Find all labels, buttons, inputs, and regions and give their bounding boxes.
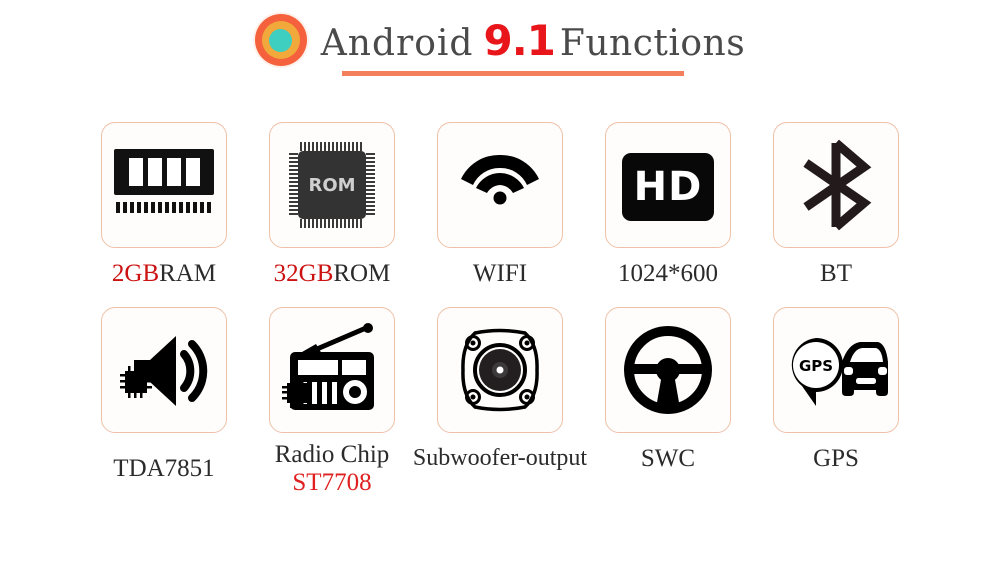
feature-label: 2GBRAM <box>112 260 216 288</box>
feature-label: 1024*600 <box>618 260 718 287</box>
feature-label-rest: ROM <box>333 260 391 287</box>
feature-row-2: TDA7851 Radio Chip ST7708 Subwoofer-outp… <box>0 307 1000 497</box>
feature-card: GPS <box>773 307 899 433</box>
feature-wifi: WIFI <box>416 122 584 288</box>
feature-label: 32GBROM <box>274 260 391 288</box>
speaker-amplifier-chip-icon <box>114 320 214 420</box>
feature-amplifier: TDA7851 <box>80 307 248 483</box>
rom-chip-icon: ROM <box>282 135 382 235</box>
feature-card: HD <box>605 122 731 248</box>
feature-swc: SWC <box>584 307 752 473</box>
ram-module-icon <box>114 135 214 235</box>
title-suffix: Functions <box>559 22 746 64</box>
android-logo-icon <box>254 14 307 66</box>
feature-label: WIFI <box>472 260 528 287</box>
bluetooth-icon <box>786 135 886 235</box>
feature-gps: GPS GPS <box>752 307 920 473</box>
feature-card <box>605 307 731 433</box>
feature-label: Subwoofer-output <box>412 445 588 471</box>
feature-ram: 2GBRAM <box>80 122 248 288</box>
gps-car-icon: GPS <box>786 320 888 420</box>
title-row: Android 9.1 Functions <box>254 14 745 66</box>
feature-label: SWC <box>640 445 696 472</box>
page-title: Android 9.1 Functions <box>321 16 745 65</box>
feature-label: TDA7851 <box>113 455 215 482</box>
hd-badge-icon: HD <box>618 135 718 235</box>
feature-label: Radio Chip ST7708 <box>275 441 390 496</box>
feature-label-highlight: 32GB <box>273 260 334 287</box>
title-underline <box>342 71 684 76</box>
feature-label-rest: RAM <box>159 260 217 287</box>
feature-label: BT <box>820 260 852 287</box>
feature-subwoofer: Subwoofer-output <box>412 307 588 471</box>
wifi-icon <box>450 135 550 235</box>
subwoofer-icon <box>450 320 550 420</box>
feature-card: ROM <box>269 122 395 248</box>
feature-radio-chip: Radio Chip ST7708 <box>248 307 416 496</box>
feature-label-highlight: 2GB <box>111 260 160 287</box>
feature-row-1: 2GBRAM ROM 32GBROM WIFI HD 1024*600 BT <box>0 122 1000 307</box>
gps-pin-label: GPS <box>799 357 833 375</box>
feature-card <box>773 122 899 248</box>
radio-chip-icon <box>282 320 382 420</box>
steering-wheel-icon <box>618 320 718 420</box>
feature-card <box>101 307 227 433</box>
feature-card <box>437 307 563 433</box>
feature-label: GPS <box>813 445 859 472</box>
feature-bluetooth: BT <box>752 122 920 288</box>
feature-card <box>269 307 395 433</box>
title-prefix: Android <box>320 22 474 64</box>
hd-badge-label: HD <box>633 164 703 210</box>
android-functions-infographic: Android 9.1 Functions 2GBRAM ROM 32GBROM… <box>0 0 1000 588</box>
feature-resolution: HD 1024*600 <box>584 122 752 288</box>
feature-label-line1: Radio Chip <box>274 441 390 468</box>
feature-card <box>101 122 227 248</box>
rom-chip-label: ROM <box>308 174 356 196</box>
title-version: 9.1 <box>483 15 555 65</box>
android-logo-ring <box>261 21 300 59</box>
android-logo-core <box>269 28 293 52</box>
feature-card <box>437 122 563 248</box>
feature-rom: ROM 32GBROM <box>248 122 416 288</box>
header: Android 9.1 Functions <box>0 14 1000 76</box>
feature-label-line2: ST7708 <box>292 468 372 496</box>
feature-grid: 2GBRAM ROM 32GBROM WIFI HD 1024*600 BT T… <box>0 122 1000 497</box>
